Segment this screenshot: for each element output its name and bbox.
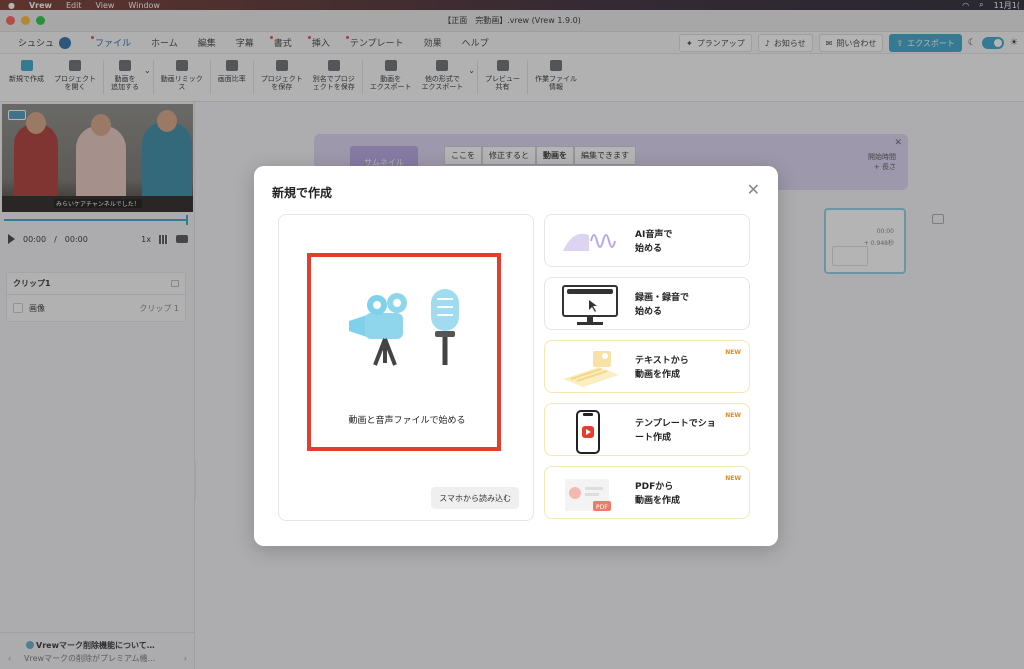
svg-text:PDF: PDF bbox=[596, 504, 608, 511]
new-project-dialog: 新規で作成 ✕ 動画と音声ファイルで始める スマホから読み込む AI音声で 始め… bbox=[254, 166, 778, 546]
smartphone-icon bbox=[576, 410, 600, 454]
text-document-icon bbox=[563, 351, 619, 387]
pdf-icon: PDF bbox=[565, 479, 611, 511]
option-pdf-to-video[interactable]: PDF PDFから 動画を作成 NEW bbox=[544, 466, 750, 519]
dialog-title: 新規で作成 bbox=[272, 186, 333, 200]
option-label: テキストから 動画を作成 bbox=[635, 356, 689, 380]
option-recording[interactable]: 録画・録音で 始める bbox=[544, 277, 750, 330]
start-with-media-card[interactable]: 動画と音声ファイルで始める スマホから読み込む bbox=[278, 214, 534, 521]
microphone-icon bbox=[431, 289, 459, 365]
option-text-to-video[interactable]: テキストから 動画を作成 NEW bbox=[544, 340, 750, 393]
option-template-short[interactable]: テンプレートでショ ート作成 NEW bbox=[544, 403, 750, 456]
ai-voice-icon bbox=[563, 233, 616, 251]
monitor-icon bbox=[562, 285, 618, 325]
option-ai-voice[interactable]: AI音声で 始める bbox=[544, 214, 750, 267]
option-label: PDFから 動画を作成 bbox=[635, 482, 681, 506]
camera-icon bbox=[349, 293, 407, 366]
start-media-label: 動画と音声ファイルで始める bbox=[348, 416, 466, 426]
close-icon[interactable]: ✕ bbox=[747, 182, 760, 198]
new-badge: NEW bbox=[725, 412, 741, 419]
option-label: テンプレートでショ ート作成 bbox=[635, 419, 716, 443]
new-badge: NEW bbox=[725, 475, 741, 482]
new-badge: NEW bbox=[725, 349, 741, 356]
option-label: 録画・録音で 始める bbox=[635, 293, 690, 317]
load-from-phone-button[interactable]: スマホから読み込む bbox=[431, 487, 519, 509]
option-label: AI音声で 始める bbox=[635, 230, 673, 254]
